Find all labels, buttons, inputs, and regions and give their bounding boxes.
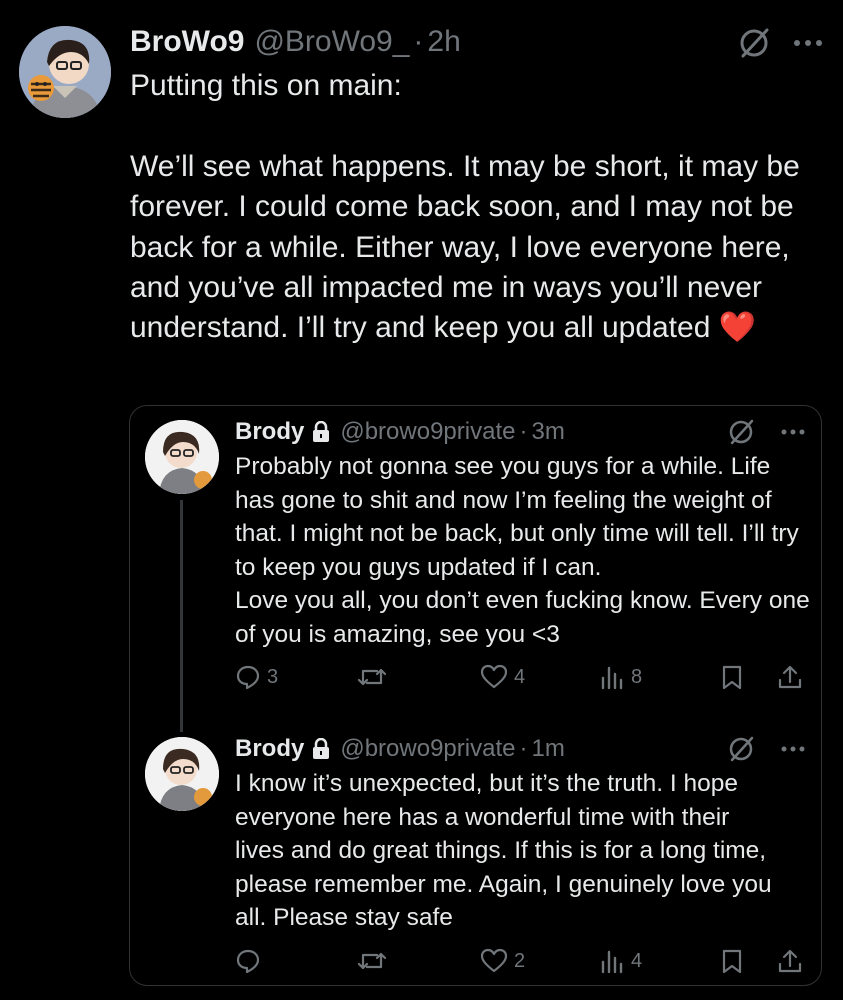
like-count: 2 xyxy=(514,949,526,972)
heart-icon xyxy=(480,948,508,973)
heart-emoji: ❤️ xyxy=(718,311,757,345)
post-header: BroWo9 @BroWo9_ · 2h xyxy=(130,22,461,62)
bookmark-icon xyxy=(722,665,742,690)
reply-icon xyxy=(236,665,260,690)
lock-icon xyxy=(312,738,330,760)
more-icon[interactable] xyxy=(781,745,805,753)
avatar[interactable] xyxy=(145,737,219,811)
separator-dot: · xyxy=(519,418,528,445)
lock-icon xyxy=(312,421,330,443)
post-top-icons xyxy=(727,735,805,763)
grok-icon[interactable] xyxy=(727,418,755,446)
reply-icon xyxy=(236,949,260,974)
post-header: Brody @browo9private · 1m xyxy=(235,733,565,765)
repost-icon xyxy=(357,668,387,686)
avatar[interactable] xyxy=(145,420,219,494)
post-text: Probably not gonna see you guys for a wh… xyxy=(235,453,810,648)
action-bar: 3 4 8 xyxy=(235,662,805,694)
views-icon xyxy=(601,666,623,690)
share-button[interactable] xyxy=(777,664,803,690)
views-icon xyxy=(601,950,623,974)
repost-button[interactable] xyxy=(357,948,393,974)
post-text: I know it’s unexpected, but it’s the tru… xyxy=(235,770,779,932)
share-icon xyxy=(778,665,802,689)
views-count: 8 xyxy=(631,665,643,688)
share-button[interactable] xyxy=(777,948,803,974)
post-time[interactable]: 2h xyxy=(427,25,460,59)
post-time[interactable]: 1m xyxy=(531,735,564,763)
reply-button[interactable]: 3 xyxy=(235,664,278,690)
post-time[interactable]: 3m xyxy=(531,418,564,446)
bookmark-icon xyxy=(722,949,742,974)
user-handle[interactable]: @browo9private xyxy=(340,735,515,763)
share-icon xyxy=(778,949,802,973)
post-top-icons xyxy=(737,26,823,60)
post-header: Brody @browo9private · 3m xyxy=(235,416,565,448)
bookmark-button[interactable] xyxy=(721,948,743,974)
like-count: 4 xyxy=(514,665,526,688)
repost-icon xyxy=(357,952,387,970)
like-button[interactable]: 2 xyxy=(480,948,525,974)
display-name[interactable]: Brody xyxy=(235,735,304,763)
like-button[interactable]: 4 xyxy=(480,664,525,690)
display-name[interactable]: BroWo9 xyxy=(130,25,244,59)
views-button[interactable]: 4 xyxy=(599,948,642,974)
grok-icon[interactable] xyxy=(727,735,755,763)
heart-icon xyxy=(480,664,508,689)
separator-dot: · xyxy=(413,25,424,58)
post-body: Putting this on main: We’ll see what hap… xyxy=(130,69,800,345)
user-handle[interactable]: @BroWo9_ xyxy=(254,25,409,59)
reply-count: 3 xyxy=(267,665,279,688)
thread-connector xyxy=(180,500,183,732)
avatar[interactable] xyxy=(19,26,111,118)
display-name[interactable]: Brody xyxy=(235,418,304,446)
user-handle[interactable]: @browo9private xyxy=(340,418,515,446)
more-icon[interactable] xyxy=(781,428,805,436)
grok-icon[interactable] xyxy=(737,26,771,60)
repost-button[interactable] xyxy=(357,664,393,690)
separator-dot: · xyxy=(519,735,528,762)
reply-button[interactable] xyxy=(235,948,267,974)
post-top-icons xyxy=(727,418,805,446)
post-text: Putting this on main: We’ll see what hap… xyxy=(130,66,830,349)
views-button[interactable]: 8 xyxy=(599,664,642,690)
more-icon[interactable] xyxy=(793,38,823,48)
bookmark-button[interactable] xyxy=(721,664,743,690)
views-count: 4 xyxy=(631,949,643,972)
action-bar: 2 4 xyxy=(235,946,805,978)
